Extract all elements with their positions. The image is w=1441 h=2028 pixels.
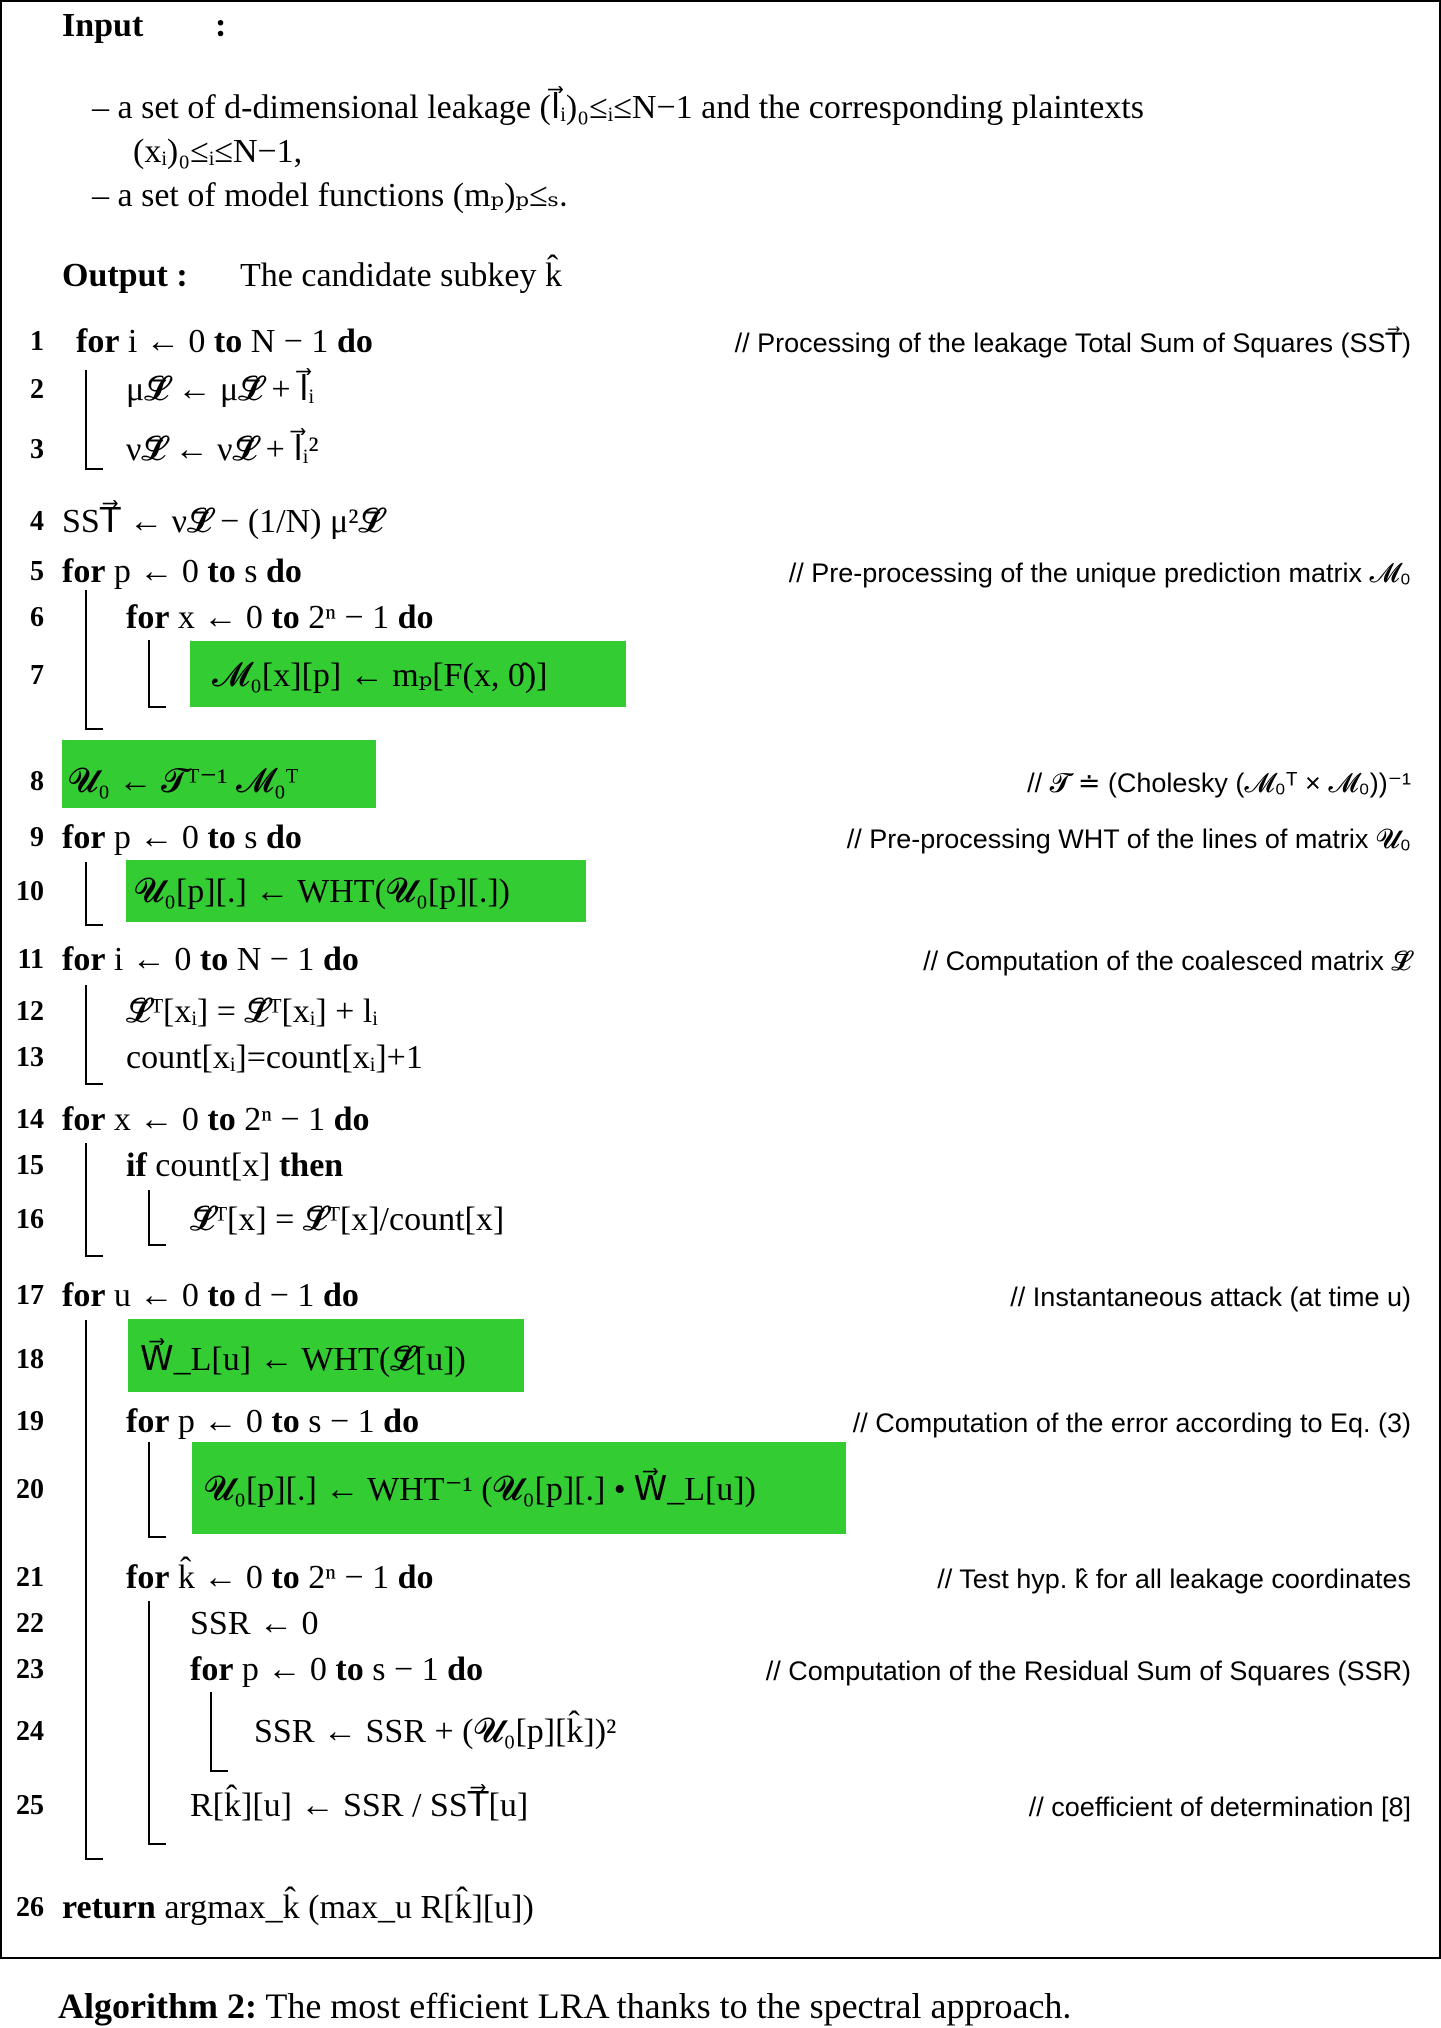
line-number: 19	[16, 1406, 44, 1437]
line-number: 20	[16, 1474, 44, 1505]
code-comment: // Test hyp. k̂ for all leakage coordina…	[937, 1564, 1411, 1594]
code-comment: // Computation of the coalesced matrix 𝓛…	[923, 946, 1411, 976]
code-line: μ𝓛⃗ ← μ𝓛⃗ + l⃗ᵢ	[126, 371, 315, 408]
code-line: return argmax_k̂ (max_u R[k̂][u])	[62, 1889, 534, 1926]
caption: Algorithm 2: The most efficient LRA than…	[58, 1985, 1071, 2027]
line-number: 6	[30, 602, 44, 633]
block-end-9	[85, 924, 103, 926]
highlighted-code-line: 𝓤₀[p][.] ← WHT⁻¹ (𝓤₀[p][.] • W⃗_L[u])	[204, 1471, 756, 1508]
block-bar-23	[210, 1692, 212, 1772]
block-bar-17	[85, 1320, 87, 1860]
input-item-leakage: – a set of d-dimensional leakage (l⃗ᵢ)₀≤…	[92, 89, 1144, 126]
block-bar-15	[148, 1190, 150, 1246]
code-line: SST⃗ ← ν𝓛⃗ − (1/N) μ²𝓛⃗	[62, 503, 384, 540]
block-bar-19	[148, 1442, 150, 1538]
code-line: for k̂ ← 0 to 2ⁿ − 1 do	[126, 1559, 434, 1596]
block-end-11	[85, 1083, 103, 1085]
input-label: Input	[62, 7, 144, 44]
code-comment: // 𝓣 ≐ (Cholesky (𝓜₀ᵀ × 𝓜₀))⁻¹	[1027, 768, 1411, 798]
line-number: 22	[16, 1608, 44, 1639]
highlighted-code-line: W⃗_L[u] ← WHT(𝓛⃗[u])	[140, 1341, 466, 1378]
line-number: 17	[16, 1280, 44, 1311]
line-number: 12	[16, 996, 44, 1027]
code-line: SSR ← 0	[190, 1605, 319, 1642]
line-number: 9	[30, 822, 44, 853]
caption-label: Algorithm 2:	[58, 1986, 257, 2026]
code-line: for u ← 0 to d − 1 do	[62, 1277, 359, 1314]
code-comment: // Processing of the leakage Total Sum o…	[734, 328, 1411, 358]
code-comment: // Computation of the error according to…	[852, 1408, 1411, 1438]
line-number: 7	[30, 660, 44, 691]
block-end-1	[85, 468, 103, 470]
line-number: 15	[16, 1150, 44, 1181]
code-line: for p ← 0 to s do	[62, 553, 302, 590]
line-number: 23	[16, 1654, 44, 1685]
code-line: for x ← 0 to 2ⁿ − 1 do	[126, 599, 434, 636]
line-number: 16	[16, 1204, 44, 1235]
block-bar-21	[148, 1601, 150, 1845]
code-line: for p ← 0 to s − 1 do	[190, 1651, 484, 1688]
code-line: for p ← 0 to s − 1 do	[126, 1403, 420, 1440]
code-line: ν𝓛⃗ ← ν𝓛⃗ + l⃗ᵢ²	[126, 431, 319, 468]
block-end-15	[148, 1244, 166, 1246]
code-comment: // Pre-processing of the unique predicti…	[788, 558, 1411, 588]
code-line: if count[x] then	[126, 1147, 344, 1184]
code-line: for i ← 0 to N − 1 do	[76, 323, 373, 360]
output-label: Output :	[62, 257, 188, 294]
block-bar-14	[85, 1143, 87, 1257]
block-bar-9	[85, 862, 87, 926]
code-line: for i ← 0 to N − 1 do	[62, 941, 359, 978]
code-line: SSR ← SSR + (𝓤₀[p][k̂])²	[254, 1713, 617, 1750]
code-comment: // Pre-processing WHT of the lines of ma…	[846, 824, 1411, 854]
line-number: 2	[30, 374, 44, 405]
block-bar-5	[85, 590, 87, 730]
code-line: 𝓛⃗ᵀ[xᵢ] = 𝓛⃗ᵀ[xᵢ] + lᵢ	[126, 993, 378, 1030]
line-number: 21	[16, 1562, 44, 1593]
line-number: 24	[16, 1716, 44, 1747]
line-number: 10	[16, 876, 44, 907]
line-number: 4	[30, 506, 44, 537]
code-line: for p ← 0 to s do	[62, 819, 302, 856]
caption-text: The most efficient LRA thanks to the spe…	[265, 1986, 1072, 2026]
line-number: 11	[17, 944, 44, 975]
line-number: 26	[16, 1892, 44, 1923]
code-comment: // coefficient of determination [8]	[1028, 1792, 1411, 1822]
code-line: 𝓛⃗ᵀ[x] = 𝓛⃗ᵀ[x]/count[x]	[190, 1201, 505, 1238]
code-comment: // Instantaneous attack (at time u)	[1010, 1282, 1411, 1312]
code-line: for x ← 0 to 2ⁿ − 1 do	[62, 1101, 370, 1138]
output-text: The candidate subkey k̂	[240, 257, 562, 294]
block-end-5	[85, 728, 103, 730]
block-end-6	[148, 706, 166, 708]
block-end-23	[210, 1770, 228, 1772]
block-bar-1	[85, 370, 87, 470]
input-item-models: – a set of model functions (mₚ)ₚ≤ₛ.	[92, 177, 568, 214]
line-number: 14	[16, 1104, 44, 1135]
code-comment: // Computation of the Residual Sum of Sq…	[765, 1656, 1411, 1686]
line-number: 25	[16, 1790, 44, 1821]
code-line: count[xᵢ]=count[xᵢ]+1	[126, 1039, 423, 1076]
code-line: R[k̂][u] ← SSR / SST⃗[u]	[190, 1787, 529, 1824]
highlighted-code-line: 𝓜₀[x][p] ← mₚ[F(x, 0̂)]	[212, 657, 548, 694]
highlighted-code-line: 𝓤₀[p][.] ← WHT(𝓤₀[p][.])	[134, 873, 510, 910]
line-number: 8	[30, 766, 44, 797]
block-bar-6	[148, 640, 150, 708]
highlighted-code-line: 𝓤₀ ← 𝓣ᵀ⁻¹ 𝓜₀ᵀ	[68, 763, 299, 800]
block-bar-11	[85, 985, 87, 1085]
block-end-17	[85, 1858, 103, 1860]
input-item-plaintexts: (xᵢ)₀≤ᵢ≤N−1,	[133, 133, 303, 170]
block-end-21	[148, 1843, 166, 1845]
block-end-14	[85, 1255, 103, 1257]
line-number: 1	[30, 326, 44, 357]
input-colon: :	[215, 7, 227, 44]
line-number: 5	[30, 556, 44, 587]
line-number: 3	[30, 434, 44, 465]
block-end-19	[148, 1536, 166, 1538]
line-number: 18	[16, 1344, 44, 1375]
line-number: 13	[16, 1042, 44, 1073]
